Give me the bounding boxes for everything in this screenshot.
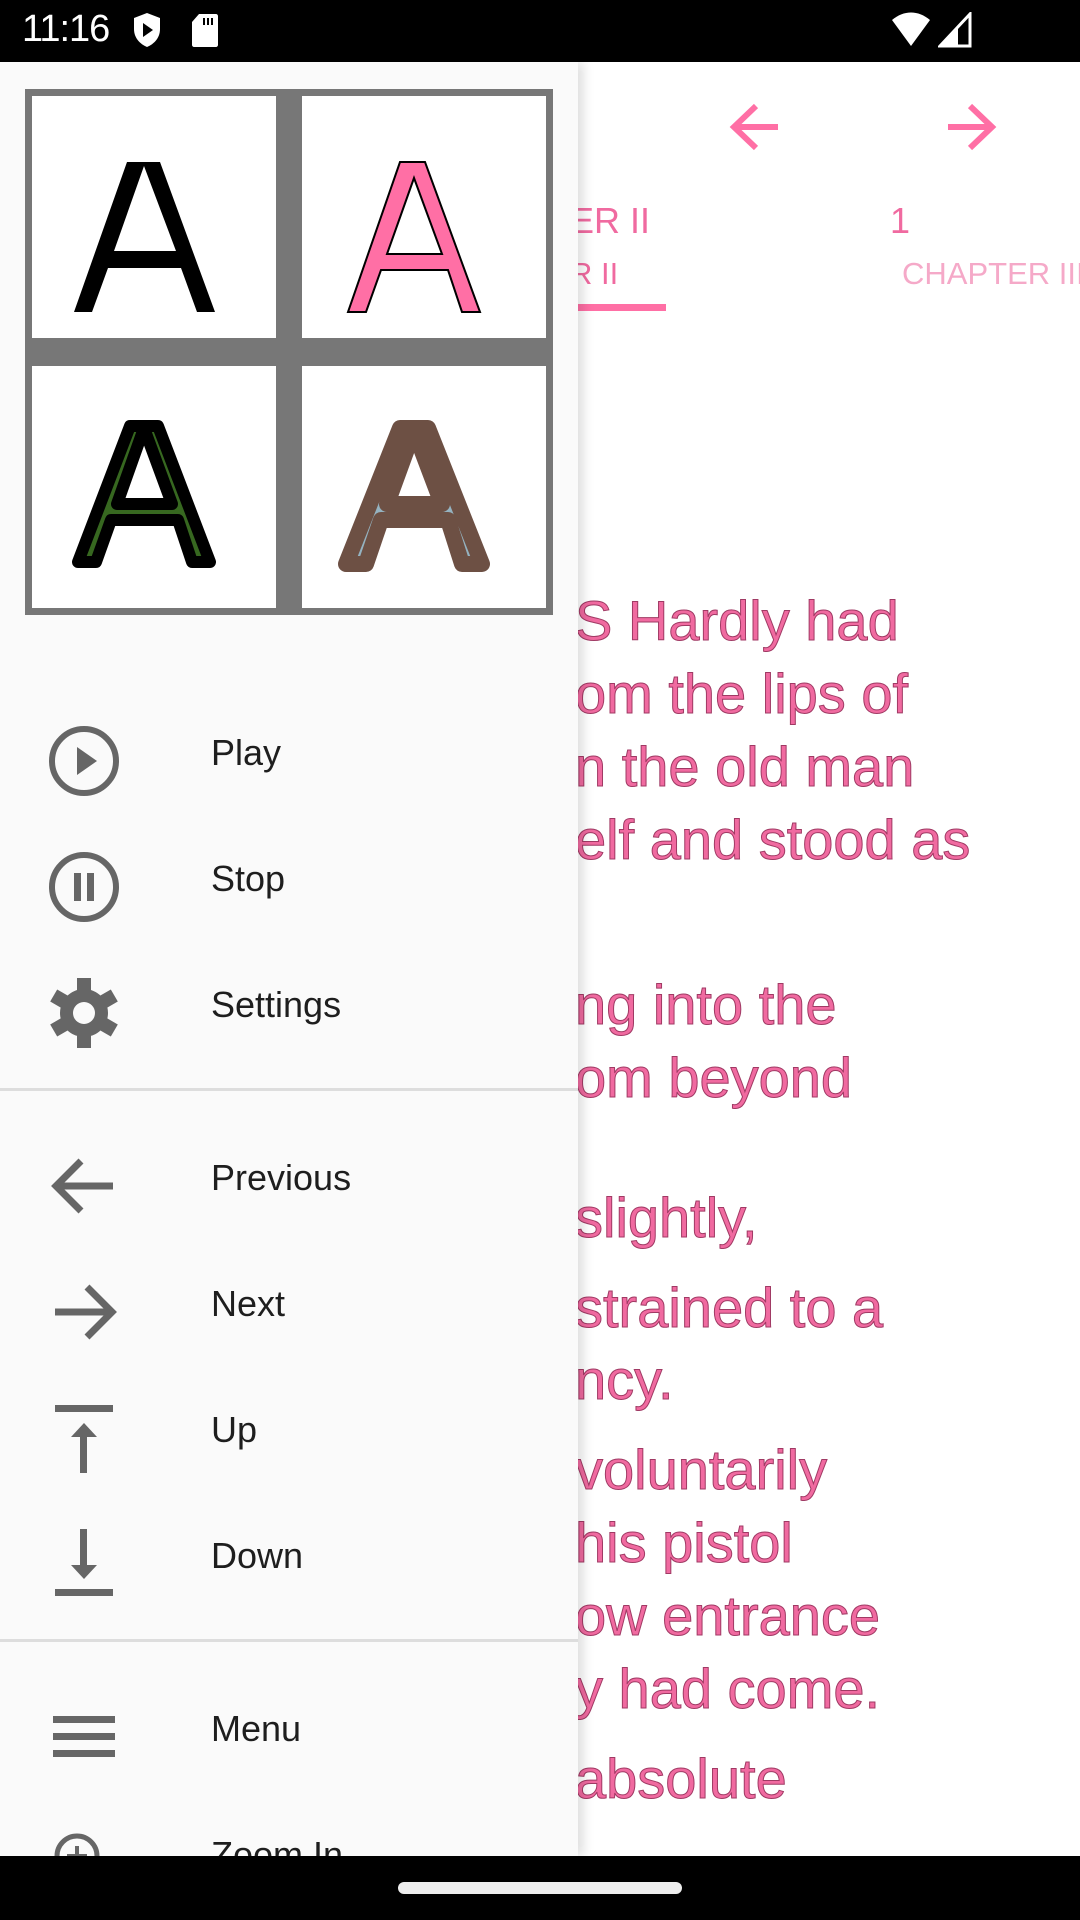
text-line: ow entrance [574,1584,881,1648]
menu-item-previous[interactable]: Previous [0,1119,578,1239]
menu-item-label: Settings [211,984,342,1025]
tab-chapter-iii[interactable]: CHAPTER III [902,256,1080,292]
wifi-icon [892,12,930,46]
home-gesture-handle[interactable] [398,1882,682,1894]
text-line: ncy. [575,1348,675,1412]
menu-item-next[interactable]: Next [0,1245,578,1365]
letter-a-blue-icon [338,420,490,572]
text-line: om beyond [574,1046,853,1110]
menu-item-label: Stop [211,858,286,899]
status-bar: 11:16 [0,0,1080,62]
menu-item-up[interactable]: Up [0,1371,578,1491]
text-style-grid [25,89,553,615]
arrow-right-icon [55,1284,117,1340]
zoom-in-icon [54,1833,100,1856]
text-line: slightly, [575,1186,759,1250]
menu-item-label: Up [211,1409,258,1450]
current-chapter-title: ER II [570,200,651,241]
arrow-right-icon[interactable] [936,92,1006,162]
menu-item-play[interactable]: Play [0,694,578,814]
pause-circle-icon [49,852,119,922]
style-swatch-black[interactable] [32,96,276,338]
text-line: ng into the [575,973,838,1037]
letter-a-black-icon [74,162,215,312]
menu-item-label: Down [211,1535,304,1576]
menu-item-label: Play [211,732,282,773]
text-line: elf and stood as [574,808,971,872]
arrow-down-to-bottom-icon [55,1529,113,1596]
letter-a-green-icon [72,420,216,568]
navigation-drawer: Play Stop Settings Previous Next Up Down… [0,62,578,1856]
menu-item-stop[interactable]: Stop [0,820,578,940]
status-time: 11:16 [22,8,110,50]
menu-item-label: Next [211,1283,286,1324]
menu-divider [0,1639,578,1642]
text-line: his pistol [575,1511,794,1575]
menu-item-settings[interactable]: Settings [0,946,578,1066]
page-number: 1 [890,200,911,241]
gear-icon [50,978,118,1048]
menu-icon [53,1716,115,1757]
menu-item-label: Menu [211,1708,302,1749]
menu-item-down[interactable]: Down [0,1497,578,1617]
menu-item-label: Previous [211,1157,352,1198]
text-line: S Hardly had [575,589,900,653]
menu-item-label: Zoom In [211,1834,344,1856]
arrow-up-to-top-icon [55,1405,113,1473]
sd-card-icon [192,14,218,47]
text-line: voluntarily [574,1438,828,1502]
arrow-left-icon[interactable] [720,92,790,162]
menu-item-zoom-in[interactable]: Zoom In [0,1796,578,1856]
style-swatch-pink[interactable] [302,96,546,338]
text-line: absolute [575,1747,788,1811]
style-swatch-blue[interactable] [302,366,546,608]
text-line: strained to a [574,1276,884,1340]
menu-divider [0,1088,578,1091]
arrow-left-icon [51,1158,113,1214]
style-swatch-green[interactable] [32,366,276,608]
system-navigation-bar [0,1856,1080,1920]
play-circle-icon [49,726,119,796]
shield-play-icon [134,13,160,47]
text-line: y had come. [574,1657,881,1721]
text-line: n the old man [574,735,915,799]
app-content: ER II 1 R II CHAPTER III S Hardly had om… [0,62,1080,1856]
text-line: om the lips of [574,662,909,726]
letter-a-pink-icon [346,161,482,313]
cell-signal-icon [938,12,972,48]
menu-item-menu[interactable]: Menu [0,1670,578,1790]
